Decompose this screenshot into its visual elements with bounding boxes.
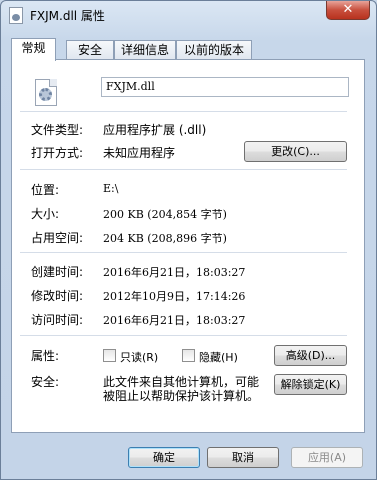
readonly-checkbox[interactable] bbox=[103, 349, 116, 362]
file-type-value: 应用程序扩展 (.dll) bbox=[103, 123, 207, 137]
dll-file-icon bbox=[9, 7, 23, 24]
file-name-field[interactable]: FXJM.dll bbox=[101, 77, 349, 97]
dialog-button-bar: 确定 取消 应用(A) bbox=[1, 438, 376, 480]
open-with-label: 打开方式: bbox=[31, 146, 84, 160]
modified-value: 2012年10月9日，17:14:26 bbox=[103, 290, 246, 303]
attributes-label: 属性: bbox=[31, 349, 60, 363]
divider bbox=[20, 252, 347, 253]
title-bar[interactable]: FXJM.dll 属性 ✕ bbox=[1, 1, 376, 31]
readonly-label[interactable]: 只读(R) bbox=[120, 349, 158, 365]
close-button[interactable]: ✕ bbox=[326, 1, 370, 20]
hidden-label[interactable]: 隐藏(H) bbox=[199, 349, 238, 365]
modified-label: 修改时间: bbox=[31, 289, 84, 303]
divider bbox=[20, 111, 347, 112]
size-value: 200 KB (204,854 字节) bbox=[103, 208, 227, 221]
tab-details[interactable]: 详细信息 bbox=[114, 40, 176, 60]
created-value: 2016年6月21日，18:03:27 bbox=[103, 266, 246, 279]
accessed-label: 访问时间: bbox=[31, 313, 84, 327]
hidden-checkbox[interactable] bbox=[182, 349, 195, 362]
created-label: 创建时间: bbox=[31, 265, 84, 279]
advanced-button[interactable]: 高级(D)... bbox=[274, 345, 347, 366]
properties-window: FXJM.dll 属性 ✕ 常规 安全 详细信息 以前的版本 FXJM.dll … bbox=[0, 0, 377, 480]
location-label: 位置: bbox=[31, 183, 60, 197]
accessed-value: 2016年6月21日，18:03:27 bbox=[103, 314, 246, 327]
open-with-value: 未知应用程序 bbox=[103, 146, 176, 160]
security-warning-line2: 被阻止以帮助保护该计算机。 bbox=[103, 389, 260, 403]
ok-button[interactable]: 确定 bbox=[128, 447, 200, 468]
security-label: 安全: bbox=[31, 375, 60, 389]
location-value: E:\ bbox=[103, 182, 119, 195]
tab-previous-versions[interactable]: 以前的版本 bbox=[176, 40, 252, 60]
tab-general[interactable]: 常规 bbox=[11, 38, 56, 61]
size-label: 大小: bbox=[31, 207, 60, 221]
file-type-label: 文件类型: bbox=[31, 123, 84, 137]
divider bbox=[20, 335, 347, 336]
size-on-disk-label: 占用空间: bbox=[31, 231, 84, 245]
size-on-disk-value: 204 KB (208,896 字节) bbox=[103, 232, 227, 245]
unblock-button[interactable]: 解除锁定(K) bbox=[274, 374, 347, 395]
window-title: FXJM.dll 属性 bbox=[30, 9, 105, 23]
change-button[interactable]: 更改(C)... bbox=[244, 141, 347, 162]
divider bbox=[20, 169, 347, 170]
gear-icon bbox=[39, 88, 52, 101]
tab-security[interactable]: 安全 bbox=[66, 40, 114, 60]
apply-button[interactable]: 应用(A) bbox=[291, 447, 363, 468]
dll-file-icon bbox=[35, 79, 57, 106]
cancel-button[interactable]: 取消 bbox=[207, 447, 279, 468]
